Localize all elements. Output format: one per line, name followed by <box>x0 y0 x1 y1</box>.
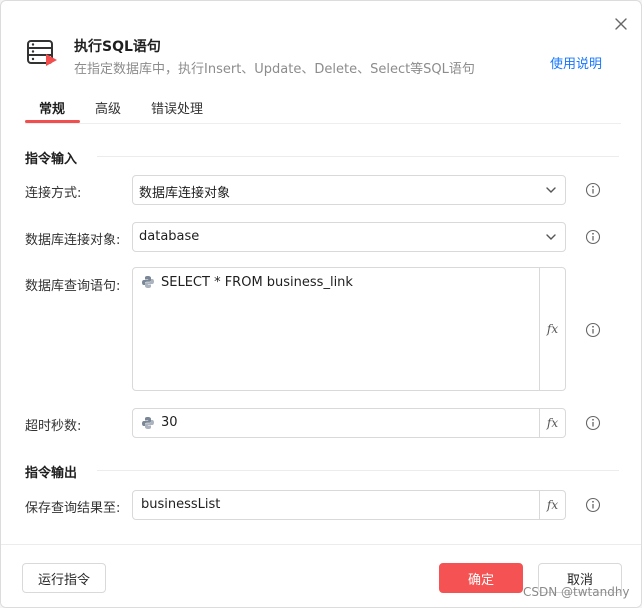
info-icon[interactable] <box>585 182 601 198</box>
chevron-down-icon <box>546 187 556 193</box>
info-icon[interactable] <box>585 415 601 431</box>
help-link[interactable]: 使用说明 <box>550 53 602 72</box>
save-result-input[interactable]: businessList fx <box>132 490 566 520</box>
timeout-label: 超时秒数: <box>25 419 82 434</box>
db-object-select[interactable]: database <box>132 222 566 252</box>
info-icon[interactable] <box>585 322 601 338</box>
timeout-value: 30 <box>161 415 178 430</box>
connection-mode-select[interactable]: 数据库连接对象 <box>132 175 566 205</box>
section-divider <box>97 156 619 157</box>
dialog-subtitle: 在指定数据库中，执行Insert、Update、Delete、Select等SQ… <box>74 62 475 77</box>
chevron-down-icon <box>546 234 556 240</box>
active-tab-indicator <box>25 120 80 123</box>
run-command-button[interactable]: 运行指令 <box>22 563 106 593</box>
section-title-input: 指令输入 <box>25 152 78 167</box>
db-object-value: database <box>139 229 200 244</box>
close-icon[interactable] <box>610 13 632 35</box>
section-title-output: 指令输出 <box>25 466 78 481</box>
save-result-value: businessList <box>141 497 221 512</box>
query-textarea[interactable]: SELECT * FROM business_link fx <box>132 267 566 391</box>
tab-bar: 常规 高级 错误处理 <box>25 93 621 124</box>
database-exec-icon <box>27 40 57 66</box>
save-result-label: 保存查询结果至: <box>25 501 121 516</box>
python-icon <box>142 276 154 288</box>
connection-mode-value: 数据库连接对象 <box>139 186 231 201</box>
query-label: 数据库查询语句: <box>25 279 121 294</box>
dialog-title: 执行SQL语句 <box>74 39 161 55</box>
fx-button[interactable]: fx <box>539 491 565 519</box>
connection-mode-label: 连接方式: <box>25 186 82 201</box>
tab-general[interactable]: 常规 <box>39 98 65 117</box>
info-icon[interactable] <box>585 229 601 245</box>
watermark: CSDN @twtandhy <box>523 585 630 599</box>
tab-advanced[interactable]: 高级 <box>95 98 121 117</box>
tab-error-handling[interactable]: 错误处理 <box>151 98 203 117</box>
execute-sql-dialog: 执行SQL语句 在指定数据库中，执行Insert、Update、Delete、S… <box>0 0 642 608</box>
db-object-label: 数据库连接对象: <box>25 233 121 248</box>
fx-button[interactable]: fx <box>539 268 565 390</box>
query-value: SELECT * FROM business_link <box>161 275 353 290</box>
section-divider <box>97 470 619 471</box>
info-icon[interactable] <box>585 497 601 513</box>
timeout-input[interactable]: 30 fx <box>132 408 566 438</box>
fx-button[interactable]: fx <box>539 409 565 437</box>
python-icon <box>142 417 154 429</box>
ok-button[interactable]: 确定 <box>439 563 523 593</box>
